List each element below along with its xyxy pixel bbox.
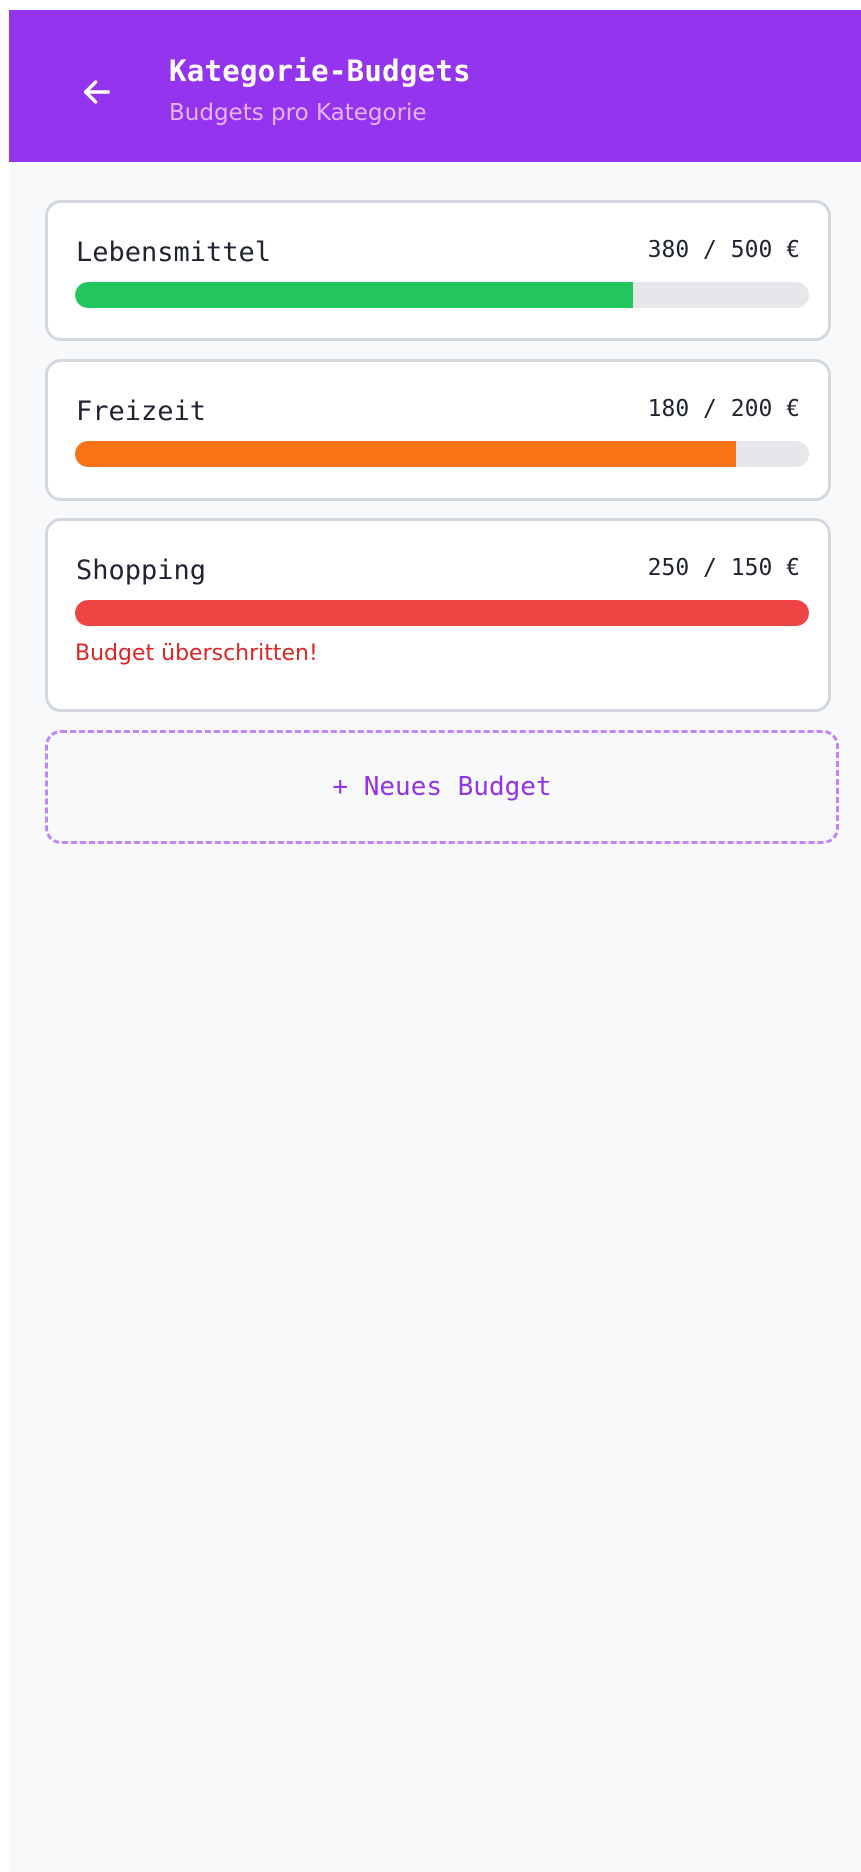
budget-exceeded-warning: Budget überschritten! — [75, 641, 318, 666]
arrow-left-icon — [83, 80, 111, 104]
app-screen: Kategorie-Budgets Budgets pro Kategorie … — [9, 10, 861, 1872]
new-budget-button[interactable]: + Neues Budget — [45, 730, 839, 844]
budget-progress-fill — [75, 282, 633, 308]
page-subtitle: Budgets pro Kategorie — [169, 100, 427, 126]
budget-category-name: Freizeit — [76, 396, 207, 427]
page-title: Kategorie-Budgets — [169, 54, 471, 88]
budget-category-name: Lebensmittel — [76, 237, 272, 268]
back-button[interactable] — [69, 64, 125, 120]
budget-card-freizeit[interactable]: Freizeit 180 / 200 € — [45, 359, 831, 501]
header-bar: Kategorie-Budgets Budgets pro Kategorie — [9, 10, 861, 162]
budget-progress-track — [75, 600, 809, 626]
budget-amount: 250 / 150 € — [647, 555, 800, 581]
budget-category-name: Shopping — [76, 555, 207, 586]
budget-progress-fill — [75, 441, 736, 467]
budget-progress-track — [75, 282, 809, 308]
budget-card-shopping[interactable]: Shopping 250 / 150 € Budget überschritte… — [45, 518, 831, 712]
budget-card-lebensmittel[interactable]: Lebensmittel 380 / 500 € — [45, 200, 831, 341]
budget-progress-fill — [75, 600, 809, 626]
budget-progress-track — [75, 441, 809, 467]
budget-amount: 380 / 500 € — [647, 237, 800, 263]
budget-amount: 180 / 200 € — [647, 396, 800, 422]
